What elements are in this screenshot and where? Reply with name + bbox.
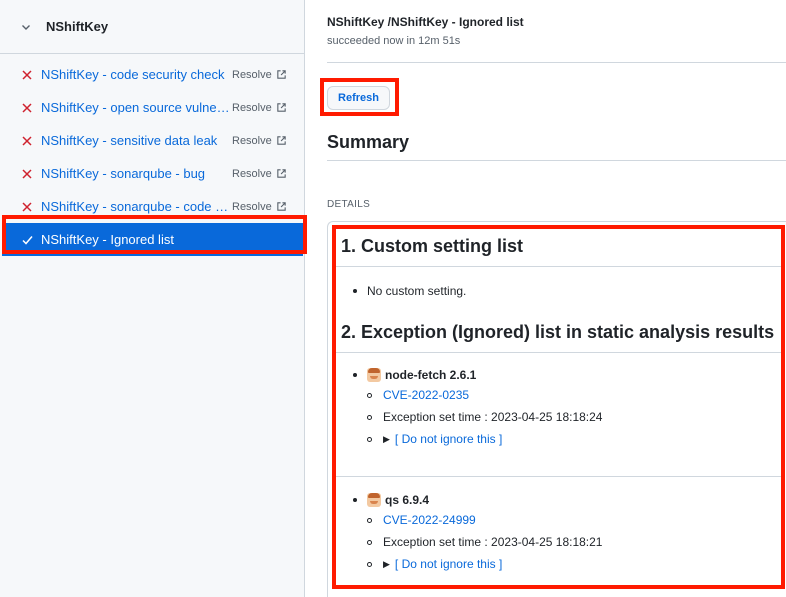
- list-item-text: No custom setting.: [367, 284, 467, 298]
- resolve-label: Resolve: [232, 134, 272, 147]
- divider: [335, 266, 785, 267]
- section-heading-exception-list: 2. Exception (Ignored) list in static an…: [341, 322, 775, 342]
- job-item-open-source-vulnerabilities[interactable]: NShiftKey - open source vulnerabilities …: [0, 91, 304, 124]
- check-icon: [20, 235, 34, 245]
- cve-link[interactable]: CVE-2022-24999: [383, 513, 476, 527]
- external-link-icon: [277, 70, 286, 79]
- external-link-icon: [277, 103, 286, 112]
- job-item-code-security-check[interactable]: NShiftKey - code security check Resolve: [0, 58, 304, 91]
- chevron-down-icon[interactable]: [20, 21, 32, 33]
- resolve-link[interactable]: Resolve: [232, 168, 287, 180]
- divider: [327, 160, 786, 161]
- resolve-label: Resolve: [232, 167, 272, 180]
- job-name[interactable]: NShiftKey - open source vulnerabilities: [41, 100, 231, 115]
- resolve-label: Resolve: [232, 200, 272, 213]
- divider: [335, 476, 785, 477]
- job-sidebar: NShiftKey NShiftKey - code security chec…: [0, 0, 305, 597]
- circle-bullet-icon: [367, 517, 372, 523]
- person-emoji-icon: [367, 368, 381, 382]
- person-emoji-icon: [367, 493, 381, 507]
- external-link-icon: [277, 202, 286, 211]
- external-link-icon: [277, 169, 286, 178]
- resolve-link[interactable]: Resolve: [232, 135, 287, 147]
- x-icon: [20, 168, 34, 179]
- bullet-icon: [353, 498, 357, 502]
- job-name[interactable]: NShiftKey - sensitive data leak: [41, 133, 231, 148]
- circle-bullet-icon: [367, 539, 372, 545]
- page-title: NShiftKey /NShiftKey - Ignored list: [327, 15, 524, 29]
- resolve-label: Resolve: [232, 101, 272, 114]
- do-not-ignore-toggle[interactable]: [ Do not ignore this ]: [395, 557, 502, 571]
- disclosure-triangle-icon[interactable]: ▶: [383, 434, 390, 445]
- package-item: node-fetch 2.6.1 CVE-2022-0235 Exception…: [353, 366, 602, 450]
- job-name[interactable]: NShiftKey - code security check: [41, 67, 231, 82]
- job-name[interactable]: NShiftKey - Ignored list: [41, 232, 281, 247]
- refresh-button[interactable]: Refresh: [327, 86, 390, 110]
- package-name: node-fetch 2.6.1: [385, 368, 477, 382]
- job-name[interactable]: NShiftKey - sonarqube - code smell: [41, 199, 231, 214]
- workflow-header[interactable]: NShiftKey: [0, 0, 304, 54]
- job-item-sonarqube-code-smell[interactable]: NShiftKey - sonarqube - code smell Resol…: [0, 190, 304, 223]
- details-label: DETAILS: [327, 199, 371, 210]
- job-item-ignored-list[interactable]: NShiftKey - Ignored list: [2, 223, 303, 256]
- package-name: qs 6.9.4: [385, 493, 430, 507]
- exception-time: Exception set time : 2023-04-25 18:18:21: [383, 535, 603, 549]
- cve-link[interactable]: CVE-2022-0235: [383, 388, 469, 402]
- job-item-sonarqube-bug[interactable]: NShiftKey - sonarqube - bug Resolve: [0, 157, 304, 190]
- run-status-text: succeeded now in 12m 51s: [327, 35, 461, 47]
- divider: [335, 352, 785, 353]
- x-icon: [20, 102, 34, 113]
- main-panel: NShiftKey /NShiftKey - Ignored list succ…: [305, 0, 786, 597]
- resolve-link[interactable]: Resolve: [232, 201, 287, 213]
- workflow-name: NShiftKey: [46, 19, 109, 34]
- circle-bullet-icon: [367, 392, 372, 398]
- x-icon: [20, 201, 34, 212]
- job-name[interactable]: NShiftKey - sonarqube - bug: [41, 166, 231, 181]
- resolve-label: Resolve: [232, 68, 272, 81]
- external-link-icon: [277, 136, 286, 145]
- circle-bullet-icon: [367, 561, 372, 567]
- bullet-icon: [353, 373, 357, 377]
- section-heading-custom-settings: 1. Custom setting list: [341, 236, 524, 256]
- summary-heading: Summary: [327, 132, 410, 152]
- circle-bullet-icon: [367, 414, 372, 420]
- disclosure-triangle-icon[interactable]: ▶: [383, 559, 390, 570]
- job-list: NShiftKey - code security check Resolve …: [0, 54, 304, 256]
- bullet-icon: [353, 289, 357, 293]
- do-not-ignore-toggle[interactable]: [ Do not ignore this ]: [395, 432, 502, 446]
- package-item: qs 6.9.4 CVE-2022-24999 Exception set ti…: [353, 491, 602, 575]
- circle-bullet-icon: [367, 436, 372, 442]
- x-icon: [20, 69, 34, 80]
- job-item-sensitive-data-leak[interactable]: NShiftKey - sensitive data leak Resolve: [0, 124, 304, 157]
- exception-time: Exception set time : 2023-04-25 18:18:24: [383, 410, 603, 424]
- resolve-link[interactable]: Resolve: [232, 69, 287, 81]
- x-icon: [20, 135, 34, 146]
- divider: [327, 62, 786, 63]
- list-item: No custom setting.: [353, 284, 466, 298]
- resolve-link[interactable]: Resolve: [232, 102, 287, 114]
